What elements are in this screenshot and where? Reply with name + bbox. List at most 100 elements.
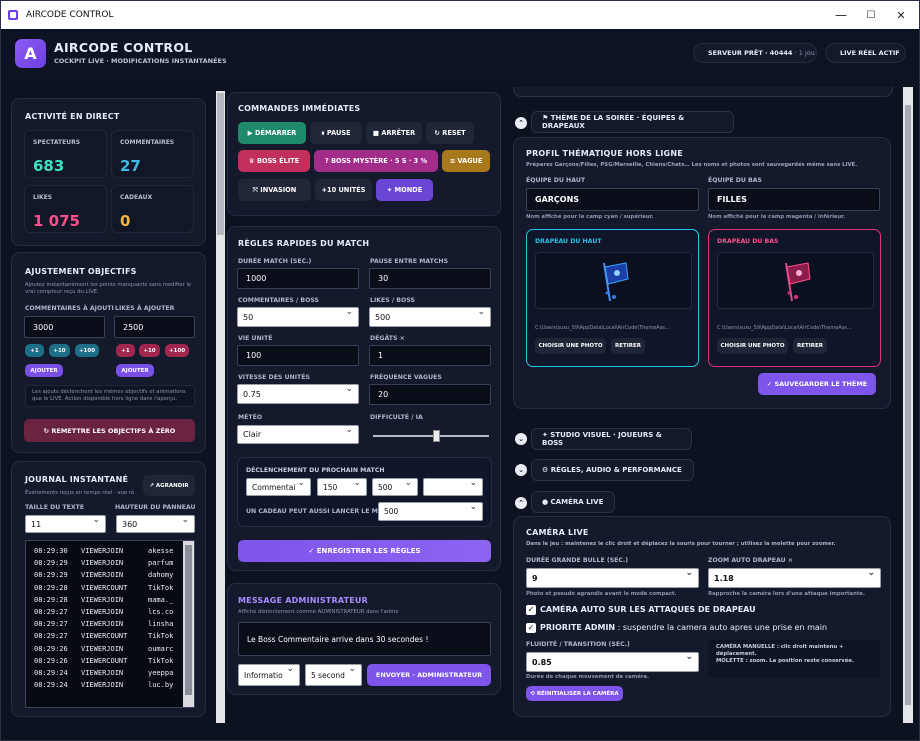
command-button[interactable]: ■ ARRÊTER xyxy=(366,122,422,144)
log-event: VIEWERJOIN xyxy=(81,644,124,653)
weather-select[interactable]: Clair xyxy=(237,425,359,444)
text-size-select[interactable]: 11 xyxy=(25,515,106,533)
maximize-button[interactable]: ☐ xyxy=(856,1,886,29)
admin-message-input[interactable]: Le Boss Commentaire arrive dans 30 secon… xyxy=(238,622,491,656)
comments-plus-10-button[interactable]: +10 xyxy=(49,344,70,357)
zoom-select[interactable]: 1.18 xyxy=(708,568,881,588)
comments-add-input[interactable]: 3000 xyxy=(24,316,105,338)
rules-audio-expand-icon[interactable]: ⌄ xyxy=(515,464,527,476)
admin-desc: Affiché distinctement comme ADMINISTRATE… xyxy=(238,609,399,615)
likes-plus-10-button[interactable]: +10 xyxy=(139,344,160,357)
gift-trigger-select[interactable]: 500 xyxy=(378,502,483,521)
theme-collapse-icon[interactable]: ⌃ xyxy=(515,117,527,129)
panel-height-select[interactable]: 360 xyxy=(116,515,195,533)
studio-expand-icon[interactable]: ⌄ xyxy=(515,433,527,445)
comments-per-boss-label: COMMENTAIRES / BOSS xyxy=(238,297,319,304)
theme-section-header[interactable]: ⚑ THÈME DE LA SOIRÉE · ÉQUIPES & DRAPEAU… xyxy=(531,111,734,133)
comments-add-button[interactable]: AJOUTER xyxy=(25,364,63,377)
log-scroll-thumb[interactable] xyxy=(185,545,192,695)
likes-per-boss-select[interactable]: 500 xyxy=(369,307,491,327)
likes-add-button[interactable]: AJOUTER xyxy=(116,364,154,377)
theme-desc: Préparez Garçons/Filles, PSG/Marseille, … xyxy=(526,162,858,168)
command-button[interactable]: ⤧ INVASION xyxy=(238,179,311,201)
rules-audio-section-header[interactable]: ⚙ RÈGLES, AUDIO & PERFORMANCE xyxy=(531,459,694,481)
likes-plus-1-button[interactable]: +1 xyxy=(116,344,135,357)
log-event: VIEWERJOIN xyxy=(81,559,124,568)
command-button[interactable]: ? BOSS MYSTÈRE · 5 S · 3 % xyxy=(314,150,438,172)
log-time: 08:29:26 xyxy=(34,644,68,653)
save-theme-button[interactable]: ✓ SAUVEGARDER LE THÈME xyxy=(758,373,876,395)
journal-card: JOURNAL INSTANTANÉ Événements reçus en t… xyxy=(11,461,206,717)
command-button[interactable]: ♛ BOSS ÉLITE xyxy=(238,150,310,172)
camera-collapse-icon[interactable]: ⌃ xyxy=(515,497,527,509)
objectives-desc: Ajoutez instantanément les points manqua… xyxy=(25,282,192,296)
auto-camera-checkbox[interactable]: ✓ xyxy=(526,605,536,615)
top-team-input[interactable]: GARÇONS xyxy=(526,188,699,211)
log-time: 08:29:28 xyxy=(34,583,68,592)
difficulty-slider-thumb[interactable] xyxy=(432,430,440,442)
commands-title: COMMANDES IMMÉDIATES xyxy=(238,104,361,113)
command-button[interactable]: ≋ VAGUE xyxy=(442,150,490,172)
unit-life-input[interactable]: 100 xyxy=(237,345,359,366)
left-scroll-thumb[interactable] xyxy=(217,93,224,235)
wave-frequency-input[interactable]: 20 xyxy=(369,384,491,405)
camera-section-header[interactable]: ● CAMÉRA LIVE xyxy=(531,491,615,513)
comments-plus-1-button[interactable]: +1 xyxy=(25,344,44,357)
wave-frequency-label: FRÉQUENCE VAGUES xyxy=(370,374,442,381)
duration-input[interactable]: 1000 xyxy=(237,268,359,289)
log-user: linsha xyxy=(148,620,174,629)
reset-objectives-button[interactable]: ↻ REMETTRE LES OBJECTIFS À ZÉRO xyxy=(24,419,195,442)
admin-duration-select[interactable]: 5 second xyxy=(305,664,362,686)
trigger-type-select[interactable]: Commentai xyxy=(246,478,311,496)
trigger-value-b-select[interactable]: 500 xyxy=(372,478,418,496)
damage-input[interactable]: 1 xyxy=(369,345,491,366)
studio-section-header[interactable]: ✦ STUDIO VISUEL · JOUEURS & BOSS xyxy=(531,428,692,450)
log-user: TikTok xyxy=(148,583,174,592)
log-user: dahomy xyxy=(148,571,174,580)
camera-title: CAMÉRA LIVE xyxy=(526,528,589,537)
trigger-value-a-select[interactable]: 150 xyxy=(317,478,367,496)
top-remove-button[interactable]: RETIRER xyxy=(611,338,645,354)
likes-add-input[interactable]: 2500 xyxy=(114,316,195,338)
command-button[interactable]: ⏸ PAUSE xyxy=(310,122,362,144)
reset-camera-button[interactable]: ⟲ RÉINITIALISER LA CAMÉRA xyxy=(526,686,623,701)
right-scroll-thumb[interactable] xyxy=(905,105,911,705)
difficulty-slider-track[interactable] xyxy=(373,435,489,437)
bottom-remove-button[interactable]: RETIRER xyxy=(793,338,827,354)
fluidity-select[interactable]: 0.85 xyxy=(526,652,699,672)
command-button[interactable]: ▶ DÉMARRER xyxy=(238,122,306,144)
bottom-team-input[interactable]: FILLES xyxy=(708,188,880,211)
bottom-flag-path: C:\Users\susu_59\AppData\Local\AirCode\T… xyxy=(717,325,852,331)
likes-plus-100-button[interactable]: +100 xyxy=(165,344,189,357)
trigger-value-c-select[interactable] xyxy=(423,478,483,496)
zoom-note: Rapproche la caméra lors d'une attaque i… xyxy=(708,591,865,597)
log-event: VIEWERJOIN xyxy=(81,595,124,604)
comments-per-boss-select[interactable]: 50 xyxy=(237,307,359,327)
log-event: VIEWERJOIN xyxy=(81,547,124,555)
objectives-info: Les ajouts déclenchent les mêmes objecti… xyxy=(25,385,195,408)
command-button[interactable]: ✦ MONDE xyxy=(376,179,433,201)
save-rules-button[interactable]: ✓ ENREGISTRER LES RÈGLES xyxy=(238,540,491,562)
admin-type-select[interactable]: Informatio xyxy=(238,664,300,686)
priority-admin-checkbox[interactable]: ✓ xyxy=(526,623,536,633)
pause-input[interactable]: 30 xyxy=(369,268,491,289)
gift-trigger-label: UN CADEAU PEUT AUSSI LANCER LE MATC xyxy=(246,508,391,515)
weather-label: MÉTÉO xyxy=(238,414,263,421)
close-button[interactable]: ✕ xyxy=(886,1,916,29)
admin-message-card: MESSAGE ADMINISTRATEUR Affiché distincte… xyxy=(227,583,501,695)
bubble-duration-select[interactable]: 9 xyxy=(526,568,699,588)
comments-plus-100-button[interactable]: +100 xyxy=(75,344,99,357)
event-log[interactable]: 08:29:30 VIEWERJOIN akesse 08:29:29 VIEWERJO… xyxy=(25,540,195,708)
command-button[interactable]: +10 UNITÉS xyxy=(315,179,372,201)
unit-speed-select[interactable]: 0.75 xyxy=(237,384,359,404)
command-button[interactable]: ↻ RESET xyxy=(426,122,474,144)
bottom-choose-photo-button[interactable]: CHOISIR UNE PHOTO xyxy=(717,338,788,354)
expand-journal-button[interactable]: ↗ AGRANDIR xyxy=(143,475,195,496)
log-user: mama._ xyxy=(148,595,174,604)
send-admin-button[interactable]: ENVOYER · ADMINISTRATEUR xyxy=(367,664,491,686)
duration-label: DURÉE MATCH (SEC.) xyxy=(238,258,312,265)
minimize-button[interactable]: — xyxy=(826,1,856,29)
rules-card: RÈGLES RAPIDES DU MATCH DURÉE MATCH (SEC… xyxy=(227,226,501,571)
app-icon xyxy=(7,9,19,21)
top-choose-photo-button[interactable]: CHOISIR UNE PHOTO xyxy=(535,338,606,354)
